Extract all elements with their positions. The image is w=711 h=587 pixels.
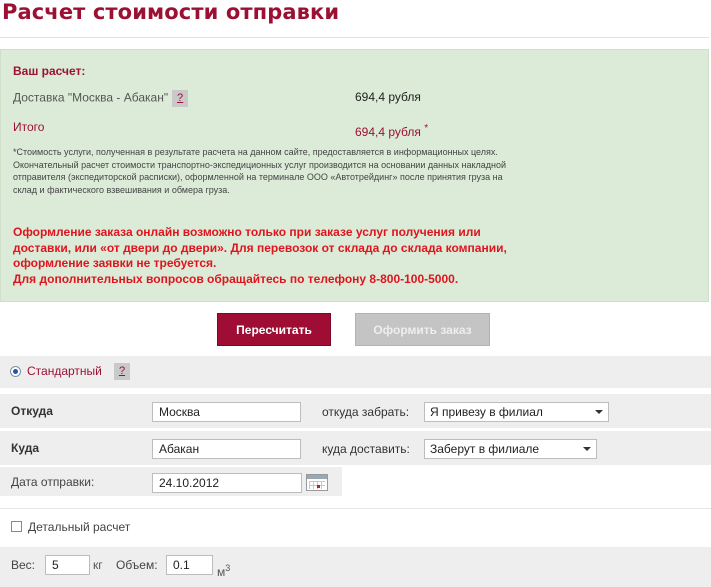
pickup-label: откуда забрать: [322, 405, 410, 419]
from-label: Откуда [11, 404, 53, 418]
order-warning-text: Оформление заказа онлайн возможно только… [13, 225, 507, 270]
recalculate-button[interactable]: Пересчитать [217, 313, 331, 346]
contact-phone-text: Для дополнительных вопросов обращайтесь … [13, 271, 459, 286]
delivery-select-value: Заберут в филиале [430, 442, 540, 456]
delivery-value: 694,4 рубля [355, 90, 421, 104]
pickup-select-value: Я привезу в филиал [430, 405, 543, 419]
pickup-select[interactable]: Я привезу в филиал [424, 402, 609, 422]
total-footnote-mark: * [424, 123, 429, 134]
volume-unit-power: 3 [225, 563, 231, 573]
delivery-select[interactable]: Заберут в филиале [424, 439, 597, 459]
to-label: Куда [11, 441, 39, 455]
delivery-label: Доставка "Москва - Абакан" [13, 90, 169, 105]
detailed-calc-label[interactable]: Детальный расчет [28, 520, 130, 534]
volume-unit-text: м [217, 565, 226, 579]
total-amount: 694,4 рубля [355, 125, 421, 139]
delivery-option-label: куда доставить: [322, 442, 410, 456]
tariff-help-link[interactable]: ? [114, 363, 130, 380]
cargo-params-row [0, 547, 711, 587]
weight-label: Вес: [11, 558, 36, 572]
detailed-calc-checkbox[interactable] [11, 521, 22, 532]
result-heading: Ваш расчет: [13, 64, 86, 78]
order-warning: Оформление заказа онлайн возможно только… [13, 225, 533, 287]
result-panel: Ваш расчет: Доставка "Москва - Абакан"? … [0, 49, 709, 302]
to-city-input[interactable] [152, 439, 301, 459]
page-title: Расчет стоимости отправки [2, 0, 340, 24]
section-divider [0, 508, 711, 509]
delivery-row-label: Доставка "Москва - Абакан"? [13, 90, 189, 107]
chevron-down-icon [595, 410, 603, 414]
tariff-row [0, 356, 711, 388]
tariff-standard-label[interactable]: Стандартный [27, 364, 102, 378]
volume-label: Объем: [116, 558, 158, 572]
tariff-standard-radio[interactable] [10, 366, 21, 377]
calendar-icon[interactable] [306, 474, 328, 491]
total-value: 694,4 рубля * [355, 123, 428, 139]
volume-input[interactable] [166, 555, 213, 575]
volume-unit: м3 [217, 563, 230, 579]
calendar-today-mark [317, 485, 320, 488]
title-divider [0, 37, 709, 38]
from-city-input[interactable] [152, 402, 301, 422]
ship-date-input[interactable] [152, 473, 302, 493]
price-disclaimer: *Стоимость услуги, полученная в результа… [13, 147, 507, 195]
weight-input[interactable] [45, 555, 90, 575]
delivery-help-link[interactable]: ? [172, 90, 189, 107]
chevron-down-icon [583, 447, 591, 451]
weight-unit: кг [93, 558, 103, 572]
total-label: Итого [13, 120, 45, 134]
date-label: Дата отправки: [11, 475, 95, 489]
place-order-button[interactable]: Оформить заказ [355, 313, 490, 346]
